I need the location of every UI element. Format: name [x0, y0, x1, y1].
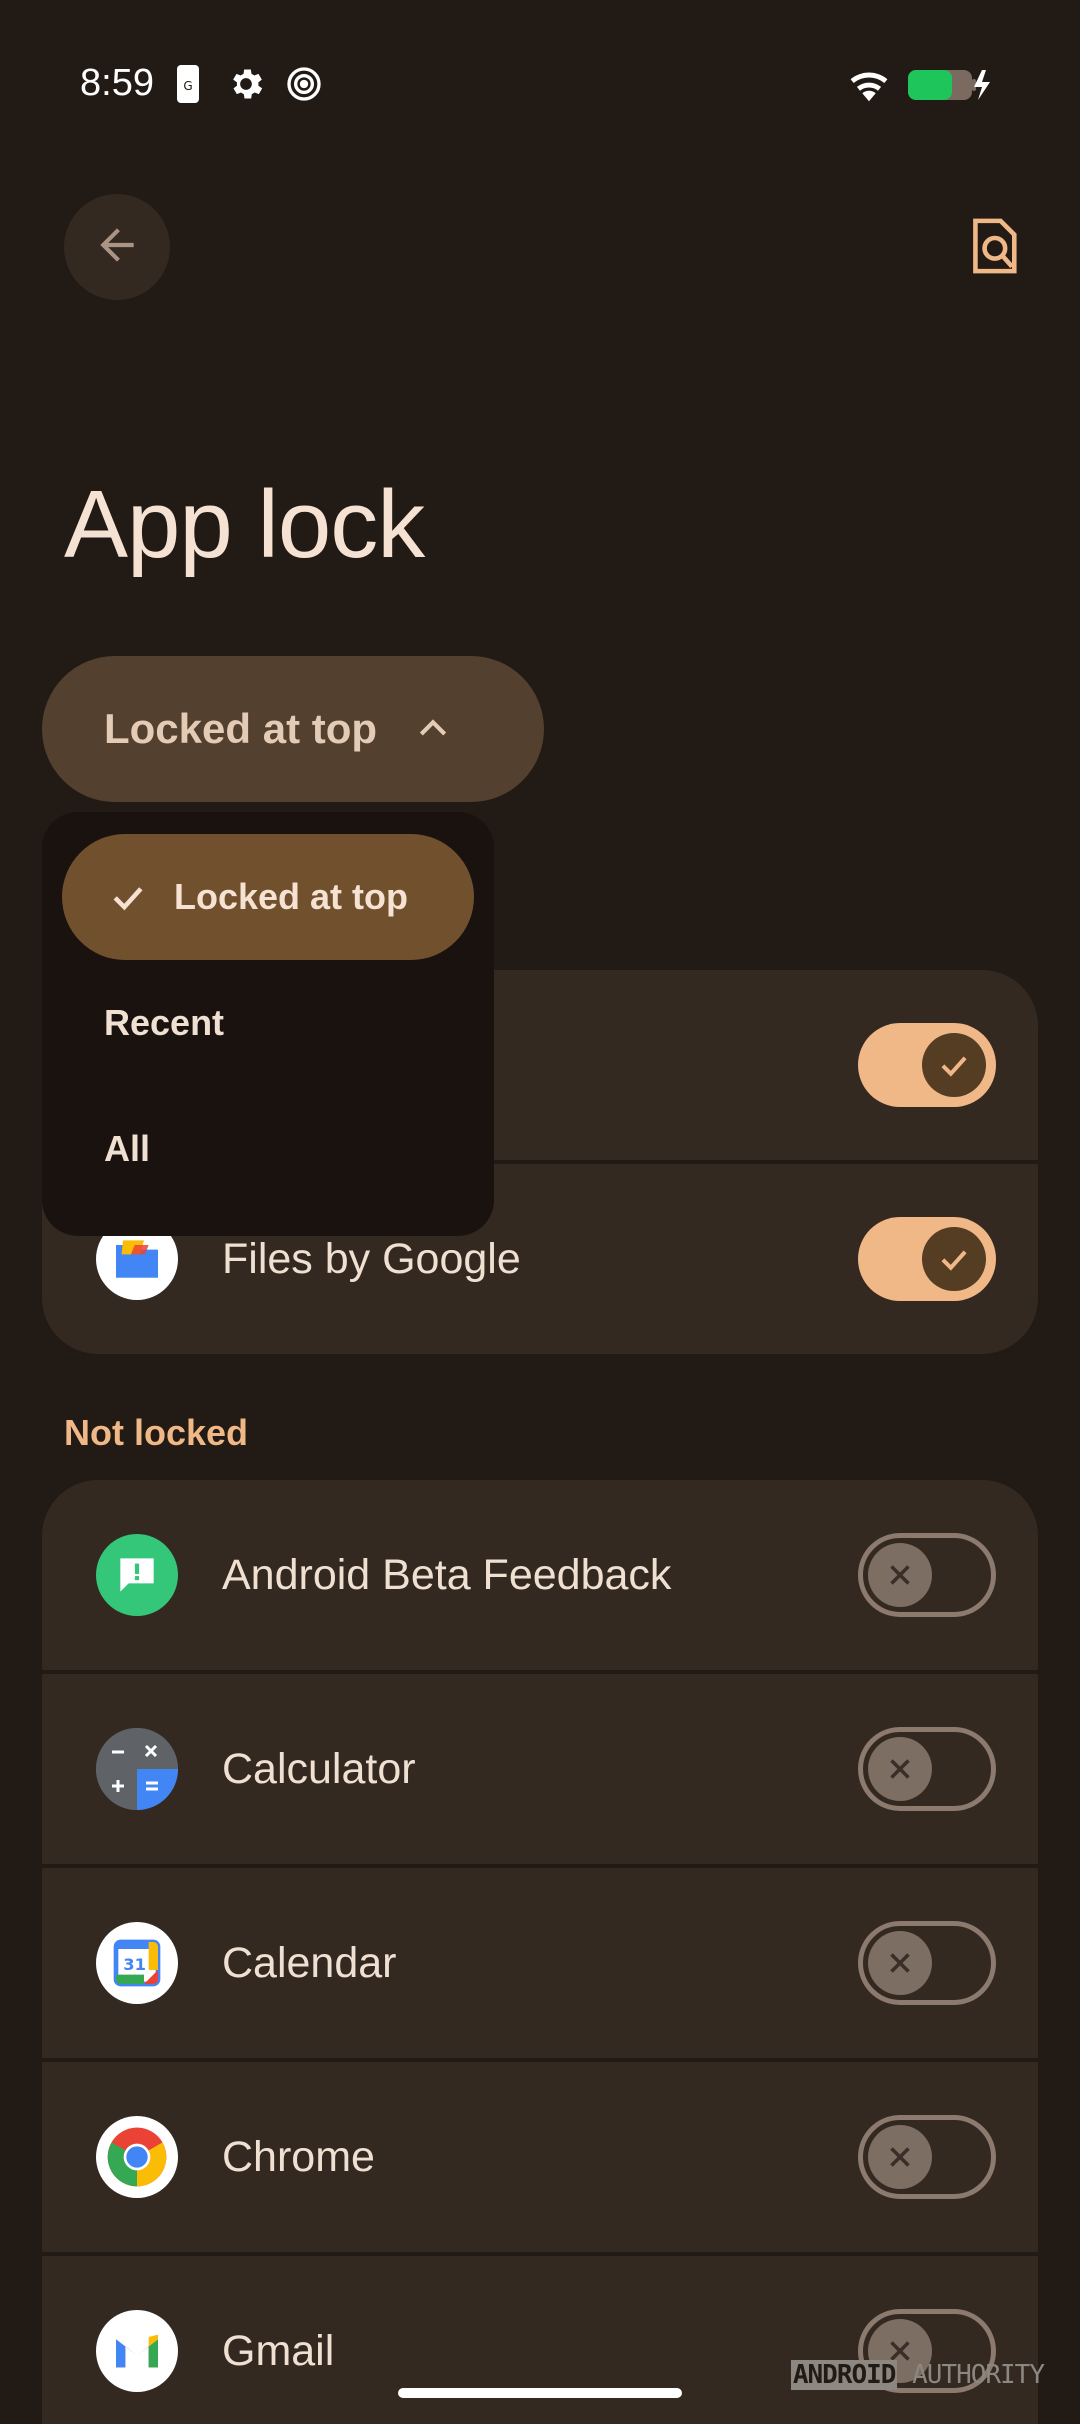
sort-dropdown-label: Locked at top [104, 705, 378, 752]
lock-toggle[interactable] [858, 1921, 996, 2005]
sort-dropdown-button[interactable]: Locked at top [42, 656, 544, 802]
document-search-icon [968, 214, 1024, 282]
page-title: App lock [64, 471, 425, 578]
calendar-icon: 31 [96, 1922, 178, 2004]
check-icon [106, 875, 150, 919]
wifi-icon [846, 64, 892, 108]
lock-toggle[interactable] [858, 1023, 996, 1107]
section-header-not-locked: Not locked [64, 1412, 249, 1453]
check-icon [922, 1227, 986, 1291]
calendar-day-label: 31 [123, 1955, 146, 1974]
close-icon [868, 2125, 932, 2189]
status-bar: 8:59 G [0, 0, 1080, 176]
arrow-back-icon [92, 220, 142, 274]
feedback-icon [96, 1534, 178, 1616]
gear-icon [226, 64, 266, 108]
list-item[interactable]: Gmail [42, 2256, 1038, 2424]
lock-toggle[interactable] [858, 1533, 996, 1617]
gmail-icon [96, 2310, 178, 2392]
close-icon [868, 1737, 932, 1801]
list-item[interactable]: Calculator [42, 1674, 1038, 1864]
close-icon [868, 1543, 932, 1607]
lock-toggle[interactable] [858, 1217, 996, 1301]
gesture-nav-handle[interactable] [398, 2388, 682, 2398]
watermark-part1: ANDROID [790, 2360, 898, 2390]
sim-icon: G [176, 64, 200, 108]
watermark: ANDROID AUTHORITY [790, 2360, 1045, 2390]
back-button[interactable] [64, 194, 170, 300]
app-name: Android Beta Feedback [222, 1550, 672, 1599]
not-locked-apps-list: Android Beta Feedback Calculator 31 Cale… [42, 1480, 1038, 2424]
status-time: 8:59 [80, 62, 154, 104]
menu-item-label: All [104, 1128, 151, 1169]
chevron-up-icon [413, 709, 453, 749]
top-app-bar [0, 190, 1080, 310]
chrome-icon [96, 2116, 178, 2198]
menu-item-label: Locked at top [174, 876, 409, 917]
menu-item-locked-at-top[interactable]: Locked at top [62, 834, 474, 960]
svg-text:G: G [183, 79, 192, 93]
menu-item-recent[interactable]: Recent [62, 960, 474, 1086]
lock-toggle[interactable] [858, 2115, 996, 2199]
close-icon [868, 1931, 932, 1995]
watermark-part2: AUTHORITY [912, 2360, 1045, 2390]
app-name: Calculator [222, 1744, 416, 1793]
sort-dropdown-menu: Locked at top Recent All [42, 812, 494, 1236]
list-item[interactable]: 31 Calendar [42, 1868, 1038, 2058]
app-name: Gmail [222, 2326, 335, 2375]
calculator-icon [96, 1728, 178, 1810]
list-item[interactable]: Chrome [42, 2062, 1038, 2252]
menu-item-label: Recent [104, 1002, 225, 1043]
hotspot-icon [284, 64, 324, 108]
app-name: Chrome [222, 2132, 375, 2181]
document-search-button[interactable] [956, 208, 1036, 288]
app-name: Calendar [222, 1938, 397, 1987]
check-icon [922, 1033, 986, 1097]
battery-charging-icon [906, 68, 992, 106]
lock-toggle[interactable] [858, 1727, 996, 1811]
list-item[interactable]: Android Beta Feedback [42, 1480, 1038, 1670]
menu-item-all[interactable]: All [62, 1086, 474, 1212]
